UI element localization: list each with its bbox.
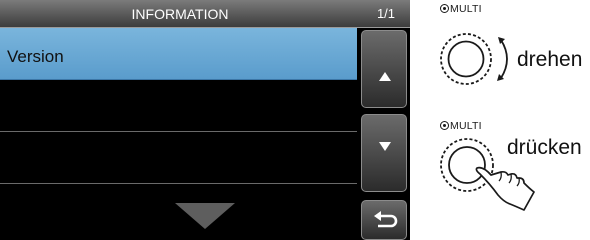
knob-label-text: MULTI [450,3,482,15]
menu-item-version[interactable]: Version [0,28,357,80]
down-arrow-icon [379,142,391,151]
scroll-up-button[interactable] [361,30,407,108]
radio-screen: INFORMATION 1/1 Version [0,0,410,240]
side-button-panel [358,28,410,240]
rotate-instruction: drehen [517,48,583,71]
multi-knob-label-rotate: MULTI [440,3,482,15]
scroll-down-button[interactable] [361,114,407,192]
screen-title: INFORMATION [131,6,229,22]
page-indicator: 1/1 [376,6,396,21]
title-bar: INFORMATION 1/1 [0,0,410,28]
menu-item-empty[interactable] [0,80,357,132]
knob-symbol-icon [440,121,449,130]
menu-item-label: Version [7,47,64,66]
knob-label-text: MULTI [450,120,482,132]
up-arrow-icon [379,72,391,81]
rotate-knob-icon [440,33,508,85]
more-items-down-arrow-icon [175,203,235,229]
multi-knob-label-press: MULTI [440,120,482,132]
knob-symbol-icon [440,4,449,13]
press-instruction: drücken [507,136,582,159]
menu-item-empty[interactable] [0,132,357,184]
return-icon [374,211,398,228]
back-button[interactable] [361,200,407,240]
